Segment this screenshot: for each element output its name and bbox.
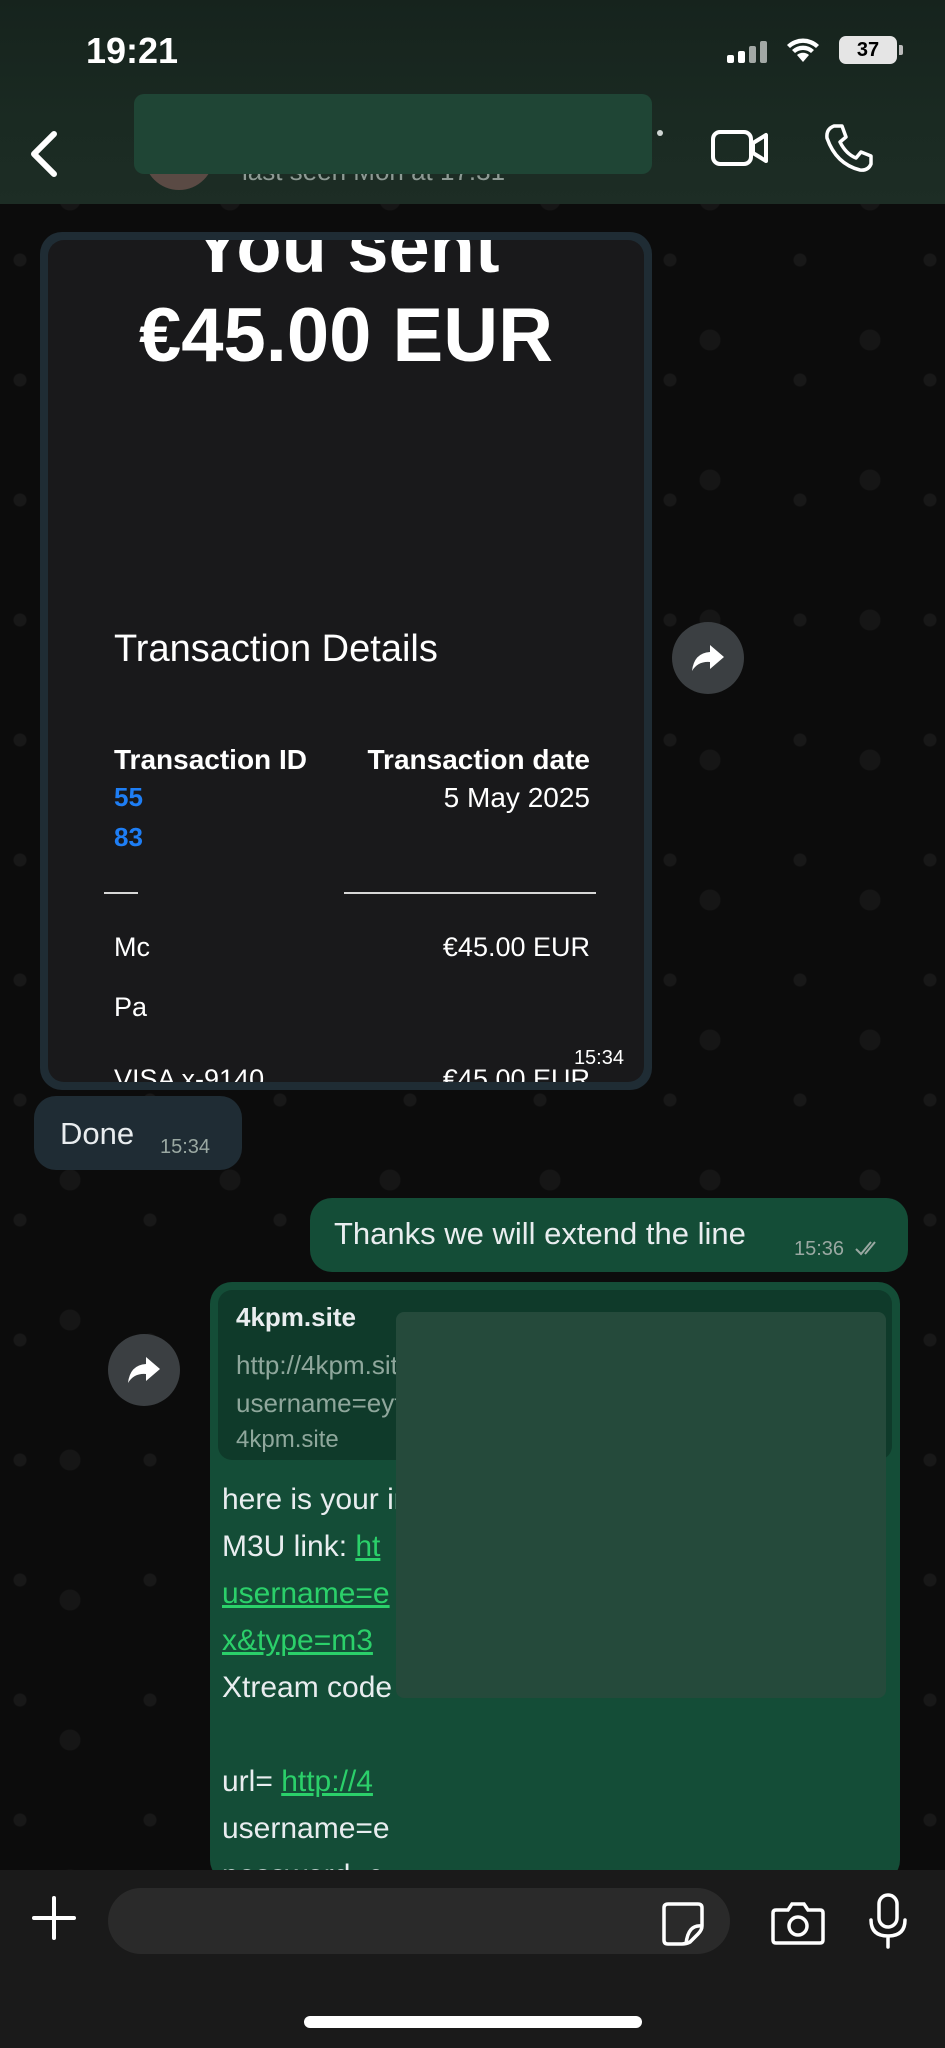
link-preview-domain: 4kpm.site xyxy=(236,1426,339,1453)
forward-icon xyxy=(692,645,724,671)
video-call-icon[interactable] xyxy=(710,126,770,170)
home-indicator[interactable] xyxy=(304,2016,642,2028)
chat-header: 19:21 37 last seen Mon at 17:31 xyxy=(0,0,945,204)
message-time: 15:36 xyxy=(794,1238,845,1260)
camera-icon[interactable] xyxy=(770,1898,826,1946)
transaction-id-label: Transaction ID xyxy=(114,744,307,775)
sent-amount: €45.00 EUR xyxy=(138,293,554,378)
microphone-icon[interactable] xyxy=(866,1892,910,1950)
battery-icon: 37 xyxy=(839,36,903,64)
read-ticks-icon xyxy=(855,1241,876,1256)
incoming-message[interactable]: Done 15:34 xyxy=(34,1096,242,1170)
transaction-date-label: Transaction date xyxy=(367,744,590,775)
payment-screenshot[interactable]: You sent €45.00 EUR Transaction Details … xyxy=(48,240,644,1082)
status-time: 19:21 xyxy=(86,30,179,71)
signal-icon xyxy=(727,37,767,63)
message-text: Done xyxy=(60,1116,135,1151)
url-label: url= xyxy=(222,1765,282,1798)
message-line: username=e xyxy=(222,1812,390,1845)
transaction-date-value: 5 May 2025 xyxy=(443,782,590,813)
forward-button[interactable] xyxy=(108,1334,180,1406)
redacted-credentials xyxy=(396,1312,886,1698)
you-sent-heading: You sent xyxy=(192,240,500,288)
detail-row-label: Mc xyxy=(114,932,150,962)
forward-icon xyxy=(128,1357,160,1383)
sticker-icon[interactable] xyxy=(660,1900,706,1946)
transaction-details-title: Transaction Details xyxy=(114,628,438,670)
transaction-id-value: 83 xyxy=(114,822,143,852)
m3u-label: M3U link: xyxy=(222,1530,356,1563)
message-composer xyxy=(0,1870,945,2048)
link-preview-title: 4kpm.site xyxy=(236,1302,356,1332)
detail-row-label: Pa xyxy=(114,992,148,1022)
outgoing-message[interactable]: Thanks we will extend the line 15:36 xyxy=(310,1198,908,1272)
status-icons: 37 xyxy=(727,36,903,64)
card-label: VISA x-9140 xyxy=(114,1064,265,1082)
message-time: 15:34 xyxy=(573,1047,624,1069)
message-time: 15:34 xyxy=(160,1136,211,1158)
transaction-id-value: 55 xyxy=(114,782,143,812)
phone-call-icon[interactable] xyxy=(822,122,874,174)
xtream-url-link[interactable]: http://4 xyxy=(281,1765,373,1798)
back-arrow-icon[interactable] xyxy=(24,124,64,184)
plus-icon[interactable] xyxy=(30,1894,78,1942)
message-line: url= http://4 xyxy=(222,1758,444,1805)
message-input[interactable] xyxy=(108,1888,730,1954)
message-text: Thanks we will extend the line xyxy=(334,1216,746,1251)
m3u-link[interactable]: ht xyxy=(355,1530,380,1563)
detail-row-value: €45.00 EUR xyxy=(442,932,590,962)
header-dot xyxy=(657,130,663,136)
wifi-icon xyxy=(787,38,819,62)
divider xyxy=(104,892,138,894)
message-line: password=c xyxy=(222,1852,444,1870)
forward-button[interactable] xyxy=(672,622,744,694)
divider xyxy=(344,892,596,894)
redacted-contact-name xyxy=(134,94,652,174)
image-message[interactable]: You sent €45.00 EUR Transaction Details … xyxy=(40,232,652,1090)
card-amount: €45.00 EUR xyxy=(442,1064,590,1082)
